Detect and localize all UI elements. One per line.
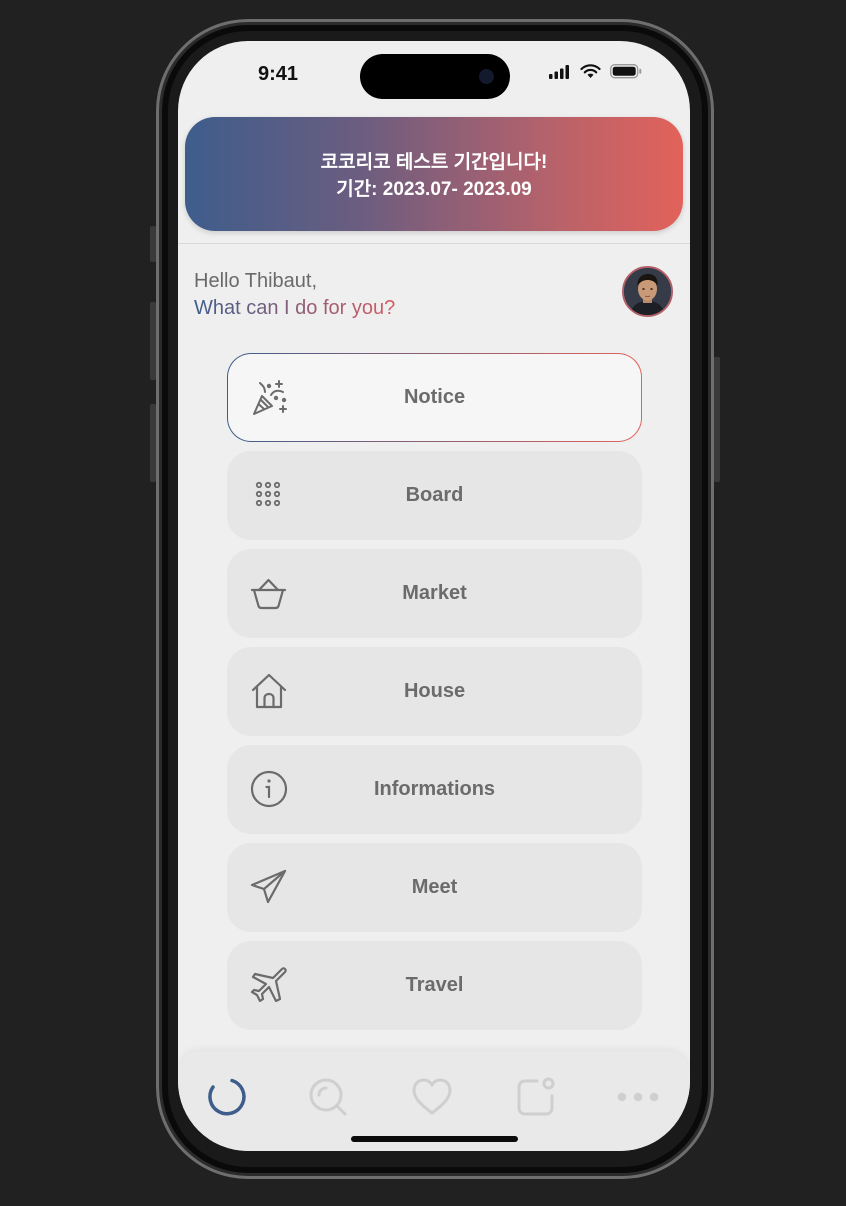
menu-item-travel[interactable]: Travel: [227, 941, 642, 1030]
home-indicator[interactable]: [351, 1136, 518, 1142]
banner-title: 코코리코 테스트 기간입니다!: [320, 152, 548, 173]
dynamic-island: [360, 54, 510, 99]
menu-item-meet[interactable]: Meet: [227, 843, 642, 932]
profile-photo-icon: [624, 268, 671, 315]
app-screen: 9:41 코코리코 테스트 기간입니다! 기간: 2023.07- 2023.0…: [178, 41, 690, 1151]
status-icons: [549, 64, 642, 79]
test-period-banner[interactable]: 코코리코 테스트 기간입니다! 기간: 2023.07- 2023.09: [185, 117, 683, 231]
more-dots-icon[interactable]: [616, 1075, 660, 1119]
mute-switch: [150, 226, 156, 262]
header-divider: [178, 243, 690, 244]
main-menu: Notice Board Market House Informations M…: [227, 353, 642, 1039]
menu-item-house[interactable]: House: [227, 647, 642, 736]
menu-item-label: Travel: [405, 974, 464, 996]
menu-item-market[interactable]: Market: [227, 549, 642, 638]
status-time: 9:41: [258, 63, 299, 85]
greeting-hello: Hello Thibaut,: [194, 270, 318, 292]
menu-item-label: Board: [405, 484, 464, 506]
heart-icon[interactable]: [410, 1075, 454, 1119]
battery-icon: [610, 64, 642, 79]
avatar[interactable]: [622, 266, 673, 317]
menu-item-label: House: [403, 680, 466, 702]
menu-item-label: Informations: [373, 778, 496, 800]
menu-item-board[interactable]: Board: [227, 451, 642, 540]
spinner-icon[interactable]: [205, 1075, 249, 1119]
wifi-icon: [580, 64, 601, 78]
power-button: [714, 357, 720, 482]
greeting: Hello Thibaut, What can I do for you?: [194, 268, 395, 322]
notification-square-icon[interactable]: [514, 1075, 558, 1119]
menu-item-label: Notice: [403, 386, 466, 408]
menu-item-label: Market: [402, 582, 467, 604]
menu-item-label: Meet: [411, 876, 458, 898]
greeting-question: What can I do for you?: [194, 297, 396, 319]
search-icon[interactable]: [306, 1075, 350, 1119]
banner-period: 기간: 2023.07- 2023.09: [336, 179, 532, 200]
cellular-signal-icon: [549, 64, 569, 79]
menu-item-notice[interactable]: Notice: [227, 353, 642, 442]
menu-item-informations[interactable]: Informations: [227, 745, 642, 834]
camera-lens-icon: [479, 69, 494, 84]
volume-down-button: [150, 404, 156, 482]
volume-up-button: [150, 302, 156, 380]
